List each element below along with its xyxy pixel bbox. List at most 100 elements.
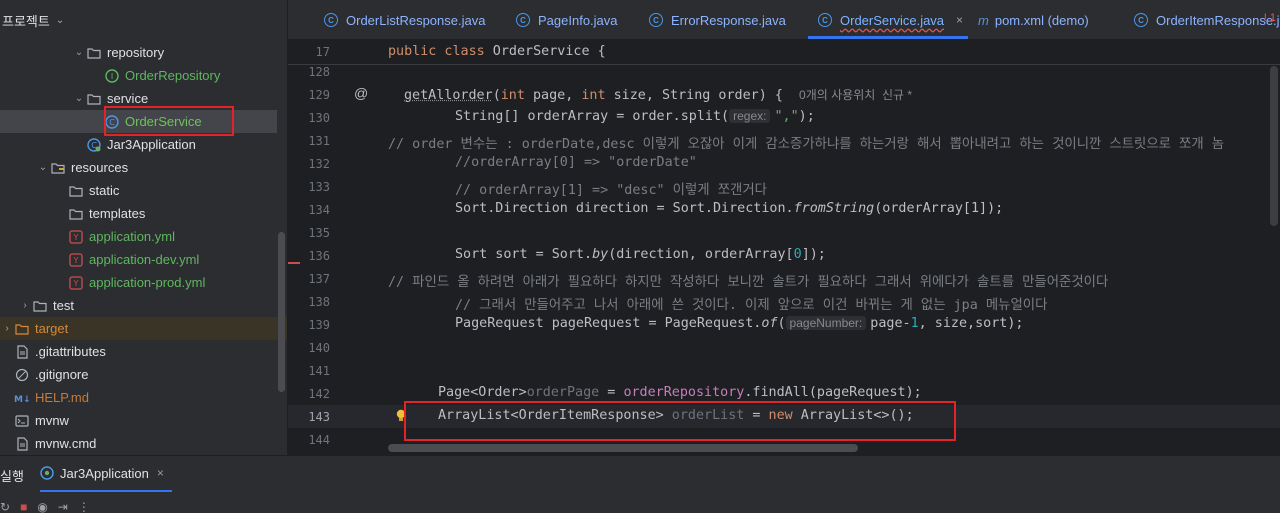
line-number: 140 bbox=[308, 341, 330, 355]
code-token: , size,sort); bbox=[918, 316, 1024, 331]
tree-repository[interactable]: ⌄ repository bbox=[0, 41, 277, 64]
tree-item-label: OrderService bbox=[125, 114, 202, 129]
tree-order-service[interactable]: C OrderService bbox=[0, 110, 277, 133]
tab-errorresponse[interactable]: C ErrorResponse.java bbox=[649, 0, 786, 40]
tree-item-label: Jar3Application bbox=[107, 137, 196, 152]
chevron-down-icon[interactable]: ⌄ bbox=[72, 47, 86, 58]
error-count-badge[interactable]: ! 1 bbox=[1264, 12, 1276, 24]
unused-variable: orderPage bbox=[526, 385, 600, 400]
code-token: Page<Order> bbox=[438, 385, 527, 400]
tree-mvnw[interactable]: mvnw bbox=[0, 409, 277, 432]
terminal-icon bbox=[14, 413, 30, 429]
chevron-down-icon[interactable]: ⌄ bbox=[36, 162, 50, 173]
code-line-138: // 그래서 만들어주고 나서 아래에 쓴 것이다. 이제 앞으로 이건 바뀌는… bbox=[455, 298, 1048, 313]
tree-application-dev-yml[interactable]: Yapplication-dev.yml bbox=[0, 248, 277, 271]
tree-item-label: application.yml bbox=[89, 229, 175, 244]
tab-orderservice[interactable]: C OrderService.java × bbox=[818, 0, 963, 40]
usage-hint[interactable]: 0개의 사용위치 신규 * bbox=[799, 88, 912, 102]
run-tab-label: Jar3Application bbox=[60, 465, 149, 481]
chevron-right-icon[interactable]: › bbox=[18, 300, 32, 311]
code-token: ]); bbox=[801, 247, 826, 262]
param-hint: regex: bbox=[729, 109, 771, 123]
lightbulb-icon[interactable] bbox=[396, 409, 406, 423]
exit-icon[interactable]: ⇥ bbox=[58, 500, 68, 513]
code-token: String[] orderArray = order.split( bbox=[455, 109, 730, 124]
sticky-header[interactable]: 17 public class OrderService { bbox=[288, 41, 1280, 65]
more-icon[interactable]: ⋮ bbox=[78, 500, 90, 513]
chevron-down-icon[interactable]: ⌄ bbox=[72, 93, 86, 104]
line-number: 138 bbox=[308, 295, 330, 309]
tree-gitignore[interactable]: .gitignore bbox=[0, 363, 277, 386]
sidebar-scrollbar[interactable] bbox=[278, 232, 285, 392]
tree-item-label: .gitignore bbox=[35, 367, 89, 382]
line-number: 137 bbox=[308, 272, 330, 286]
tree-help-md[interactable]: M↓ HELP.md bbox=[0, 386, 277, 409]
code-editor[interactable]: 17 public class OrderService { 128 129 130… bbox=[288, 41, 1280, 455]
code-line-130: String[] orderArray = order.split(regex:… bbox=[455, 109, 815, 124]
tree-service[interactable]: ⌄ service bbox=[0, 87, 277, 110]
tree-static[interactable]: static bbox=[0, 179, 277, 202]
chevron-down-icon[interactable]: ⌄ bbox=[56, 15, 64, 26]
tab-label: PageInfo.java bbox=[538, 12, 618, 28]
tree-gitattributes[interactable]: .gitattributes bbox=[0, 340, 277, 363]
line-number: 134 bbox=[308, 203, 330, 217]
override-at-icon[interactable]: @ bbox=[354, 85, 368, 101]
tree-jar3application[interactable]: C Jar3Application bbox=[0, 133, 277, 156]
tree-order-repository[interactable]: I OrderRepository bbox=[0, 64, 277, 87]
ignore-file-icon bbox=[14, 367, 30, 383]
tab-pageinfo[interactable]: C PageInfo.java bbox=[516, 0, 618, 40]
static-method: by bbox=[592, 247, 609, 262]
unused-variable: orderList bbox=[671, 408, 745, 423]
close-icon[interactable]: × bbox=[956, 13, 963, 27]
project-sidebar: 프로젝트 ⌄ ⌄ repository I OrderRepository ⌄ servi… bbox=[0, 0, 288, 455]
stop-icon[interactable]: ■ bbox=[20, 500, 27, 513]
number-literal: 1 bbox=[910, 316, 919, 331]
class-decl: OrderService { bbox=[484, 44, 606, 59]
editor-horizontal-scrollbar[interactable] bbox=[388, 444, 858, 452]
param-hint: pageNumber: bbox=[785, 316, 867, 330]
active-tab-indicator bbox=[808, 36, 968, 39]
code-token: ); bbox=[798, 109, 815, 124]
tab-orderlistresponse[interactable]: C OrderListResponse.java bbox=[324, 0, 485, 40]
editor-vertical-scrollbar[interactable] bbox=[1270, 66, 1278, 226]
tree-item-label: target bbox=[35, 321, 69, 336]
tree-item-label: repository bbox=[107, 45, 165, 60]
close-icon[interactable]: × bbox=[157, 466, 164, 480]
svg-text:M↓: M↓ bbox=[14, 395, 30, 404]
line-number: 129 bbox=[308, 88, 330, 102]
static-method: of bbox=[761, 316, 778, 331]
sticky-code: public class OrderService { bbox=[388, 44, 606, 59]
yaml-icon: Y bbox=[68, 275, 84, 291]
svg-text:Y: Y bbox=[73, 233, 79, 242]
folder-icon bbox=[32, 298, 48, 314]
tab-label: ErrorResponse.java bbox=[671, 12, 786, 28]
tree-item-label: OrderRepository bbox=[125, 68, 221, 83]
tree-application-prod-yml[interactable]: Yapplication-prod.yml bbox=[0, 271, 277, 294]
tab-label: OrderItemResponse.java bbox=[1156, 12, 1280, 28]
tab-pom[interactable]: m pom.xml (demo) bbox=[978, 0, 1089, 40]
camera-icon[interactable]: ◉ bbox=[37, 500, 47, 513]
tree-resources[interactable]: ⌄ resources bbox=[0, 156, 277, 179]
run-panel-title: 실행 bbox=[0, 469, 24, 484]
tree-test[interactable]: › test bbox=[0, 294, 277, 317]
tree-mvnw-cmd[interactable]: mvnw.cmd bbox=[0, 432, 277, 455]
keyword: public class bbox=[388, 44, 485, 59]
chevron-right-icon[interactable]: › bbox=[0, 323, 14, 334]
code-line-143: ArrayList<OrderItemResponse> orderList =… bbox=[438, 408, 914, 423]
line-number: 139 bbox=[308, 318, 330, 332]
editor-tabbar: C OrderListResponse.java C PageInfo.java… bbox=[288, 0, 1280, 40]
run-tab-jar3application[interactable]: Jar3Application × bbox=[40, 456, 172, 492]
line-number: 131 bbox=[308, 134, 330, 148]
line-number: 141 bbox=[308, 364, 330, 378]
tree-templates[interactable]: templates bbox=[0, 202, 277, 225]
rerun-icon[interactable]: ↻ bbox=[0, 500, 10, 513]
yaml-icon: Y bbox=[68, 252, 84, 268]
code-line-137: // 파인드 올 하려면 아래가 필요하다 하지만 작성하다 보니깐 솔트가 필… bbox=[388, 275, 1109, 290]
tree-application-yml[interactable]: Yapplication.yml bbox=[0, 225, 277, 248]
tree-target[interactable]: › target bbox=[0, 317, 287, 340]
text-file-icon bbox=[14, 436, 30, 452]
tab-orderitemresponse[interactable]: C OrderItemResponse.java bbox=[1134, 0, 1280, 40]
code-line-134: Sort.Direction direction = Sort.Directio… bbox=[455, 201, 1003, 216]
project-header[interactable]: 프로젝트 ⌄ bbox=[0, 0, 287, 40]
class-icon: C bbox=[516, 13, 530, 27]
